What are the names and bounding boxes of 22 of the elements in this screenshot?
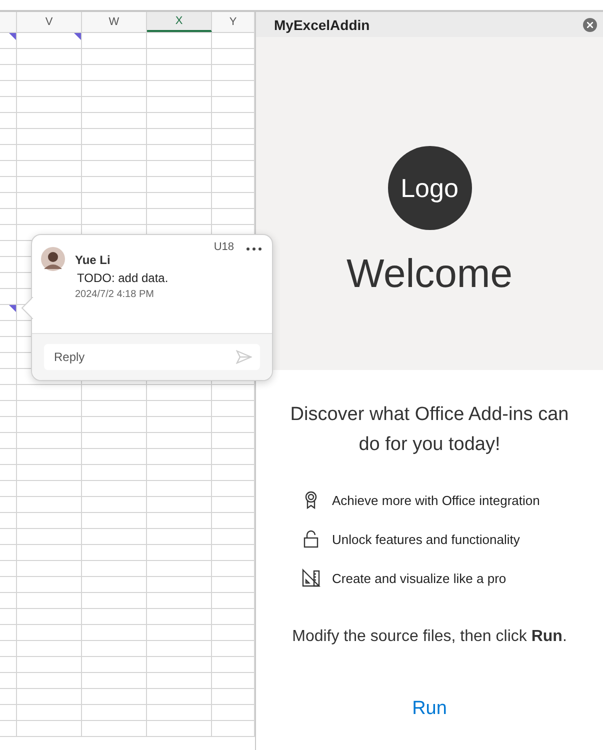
lock-icon xyxy=(301,529,321,549)
close-icon xyxy=(587,22,593,28)
avatar-icon xyxy=(41,247,65,271)
comment-date: 2024/7/2 4:18 PM xyxy=(75,289,155,300)
close-button[interactable] xyxy=(583,18,597,32)
comment-marker-icon xyxy=(9,305,16,312)
logo: Logo xyxy=(388,146,472,230)
column-header[interactable]: X xyxy=(147,12,212,32)
instruction-text: Modify the source files, then click Run. xyxy=(291,628,568,646)
description: Discover what Office Add-ins can do for you today! xyxy=(289,403,570,457)
comment-text: TODO: add data. xyxy=(76,271,168,285)
ruler-triangle-icon xyxy=(301,568,321,588)
comment-author: Yue Li xyxy=(75,253,112,267)
pane-title: MyExcelAddin xyxy=(274,16,370,32)
welcome-heading: Welcome xyxy=(346,252,512,297)
feature-text: Achieve more with Office integration xyxy=(332,492,540,508)
reply-field[interactable]: Reply xyxy=(44,344,260,370)
cell-reference: U18 xyxy=(214,241,234,253)
feature-text: Create and visualize like a pro xyxy=(332,570,506,586)
run-button[interactable]: Run xyxy=(404,696,455,722)
feature-text: Unlock features and functionality xyxy=(332,532,520,546)
more-icon[interactable] xyxy=(246,247,262,251)
